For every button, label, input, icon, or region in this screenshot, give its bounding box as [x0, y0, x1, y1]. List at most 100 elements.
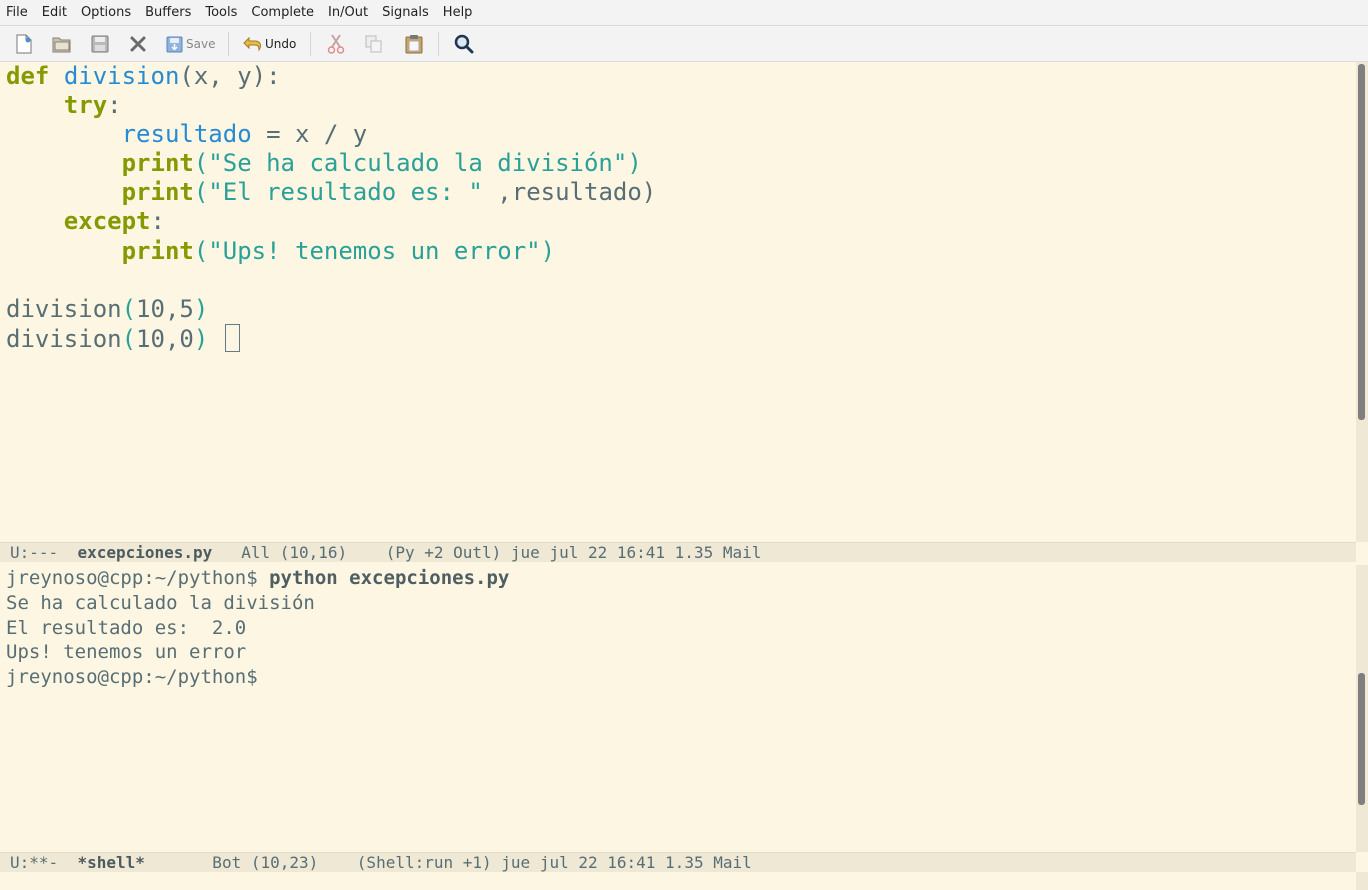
undo-label: Undo: [265, 37, 297, 51]
code-token: "Se ha calculado la división": [208, 149, 628, 178]
code-token: "Ups! tenemos un error": [208, 236, 541, 265]
code-line[interactable]: resultado = x / y: [6, 120, 656, 149]
shell-window[interactable]: jreynoso@cpp:~/python$ python excepcione…: [0, 565, 1356, 852]
save-button[interactable]: Save: [166, 31, 216, 57]
new-file-icon: [16, 34, 32, 54]
editor-scrollbar-thumb[interactable]: [1358, 64, 1365, 420]
scissors-icon: [327, 34, 345, 54]
menu-edit[interactable]: Edit: [35, 0, 74, 26]
shell-output-line: Ups! tenemos un error: [6, 641, 247, 664]
code-token: ): [540, 236, 556, 265]
toolbar: Save Undo: [0, 26, 1368, 62]
undo-button[interactable]: Undo: [242, 31, 298, 57]
shell-output-line: Se ha calculado la división: [6, 591, 315, 614]
shell-mode-line: U:**- *shell* Bot (10,23) (Shell:run +1)…: [0, 852, 1356, 872]
modeline-buffer-name[interactable]: excepciones.py: [77, 543, 212, 562]
code-line[interactable]: def division(x, y):: [6, 62, 656, 91]
code-token: resultado: [121, 120, 252, 149]
menu-in-out[interactable]: In/Out: [321, 0, 375, 26]
modeline-info: Bot (10,23) (Shell:run +1) jue jul 22 16…: [144, 853, 752, 872]
code-line[interactable]: try:: [6, 91, 656, 120]
shell-command: python excepciones.py: [269, 567, 510, 589]
save-icon: [166, 36, 183, 52]
open-folder-icon: [52, 37, 71, 53]
editor-scrollbar[interactable]: [1356, 62, 1368, 542]
disk-icon: [91, 35, 109, 53]
code-line[interactable]: except:: [6, 207, 656, 236]
text-cursor: [224, 323, 240, 352]
cut-button[interactable]: [324, 31, 348, 57]
code-token: try: [63, 91, 108, 120]
code-token: (: [193, 236, 209, 265]
code-token: (: [121, 324, 137, 353]
paste-button[interactable]: [402, 31, 426, 57]
code-token: (: [193, 149, 209, 178]
editor-mode-line: U:--- excepciones.py All (10,16) (Py +2 …: [0, 542, 1356, 562]
code-token: except: [63, 207, 151, 236]
code-token: (x, y):: [179, 62, 281, 90]
code-token: ): [627, 149, 642, 178]
close-x-icon: [130, 36, 146, 52]
code-line[interactable]: print("El resultado es: " ,resultado): [6, 178, 657, 207]
toolbar-separator: [310, 32, 311, 56]
search-button[interactable]: [452, 31, 476, 57]
editor-window[interactable]: def division(x, y): try: resultado = x /…: [0, 62, 1356, 542]
menu-help[interactable]: Help: [436, 0, 480, 26]
undo-arrow-icon: [243, 36, 262, 52]
code-line[interactable]: division(10,0): [6, 323, 656, 353]
clipboard-icon: [405, 35, 423, 54]
menu-options[interactable]: Options: [74, 0, 138, 26]
copy-button[interactable]: [362, 31, 386, 57]
shell-prompt: jreynoso@cpp:~/python$: [6, 567, 270, 589]
menu-bar: File Edit Options Buffers Tools Complete…: [0, 0, 1368, 26]
shell-scrollbar-thumb[interactable]: [1358, 673, 1365, 805]
menu-complete[interactable]: Complete: [244, 0, 321, 26]
code-line[interactable]: print("Se ha calculado la división"): [6, 149, 656, 178]
shell-scrollbar[interactable]: [1356, 565, 1368, 852]
code-token: (: [193, 178, 209, 207]
menu-tools[interactable]: Tools: [198, 0, 244, 26]
code-token: division: [63, 62, 180, 90]
menu-file[interactable]: File: [0, 0, 35, 26]
minibuffer[interactable]: [0, 872, 1368, 890]
code-line[interactable]: division(10,5): [6, 295, 656, 324]
code-token: ,resultado): [482, 178, 657, 207]
code-token: (: [121, 294, 137, 323]
code-token: = x / y: [251, 120, 368, 149]
code-buffer[interactable]: def division(x, y): try: resultado = x /…: [6, 62, 656, 353]
code-token: 10,0: [136, 324, 194, 353]
copy-icon: [365, 35, 382, 53]
code-line[interactable]: [6, 266, 656, 295]
code-token: ): [193, 294, 209, 323]
menu-buffers[interactable]: Buffers: [138, 0, 198, 26]
code-token: print: [121, 149, 194, 178]
magnifier-icon: [454, 34, 474, 54]
code-token: print: [121, 178, 194, 207]
toolbar-separator: [228, 32, 229, 56]
save-disk-button[interactable]: [88, 31, 112, 57]
shell-output[interactable]: jreynoso@cpp:~/python$ python excepcione…: [6, 566, 509, 690]
menu-signals[interactable]: Signals: [375, 0, 436, 26]
code-token: "El resultado es: ": [208, 178, 483, 207]
code-token: division: [6, 324, 122, 353]
close-buffer-button[interactable]: [126, 31, 150, 57]
code-token: :: [107, 91, 122, 120]
code-token: print: [121, 236, 194, 265]
modeline-info: All (10,16) (Py +2 Outl) jue jul 22 16:4…: [212, 543, 762, 562]
new-file-button[interactable]: [12, 31, 36, 57]
open-file-button[interactable]: [50, 31, 74, 57]
modeline-status: U:---: [10, 543, 78, 562]
shell-final-prompt: jreynoso@cpp:~/python$: [6, 666, 258, 689]
modeline-status: U:**-: [10, 853, 78, 872]
code-token: division: [6, 294, 122, 323]
code-line[interactable]: print("Ups! tenemos un error"): [6, 237, 656, 266]
modeline-buffer-name[interactable]: *shell*: [77, 853, 144, 872]
